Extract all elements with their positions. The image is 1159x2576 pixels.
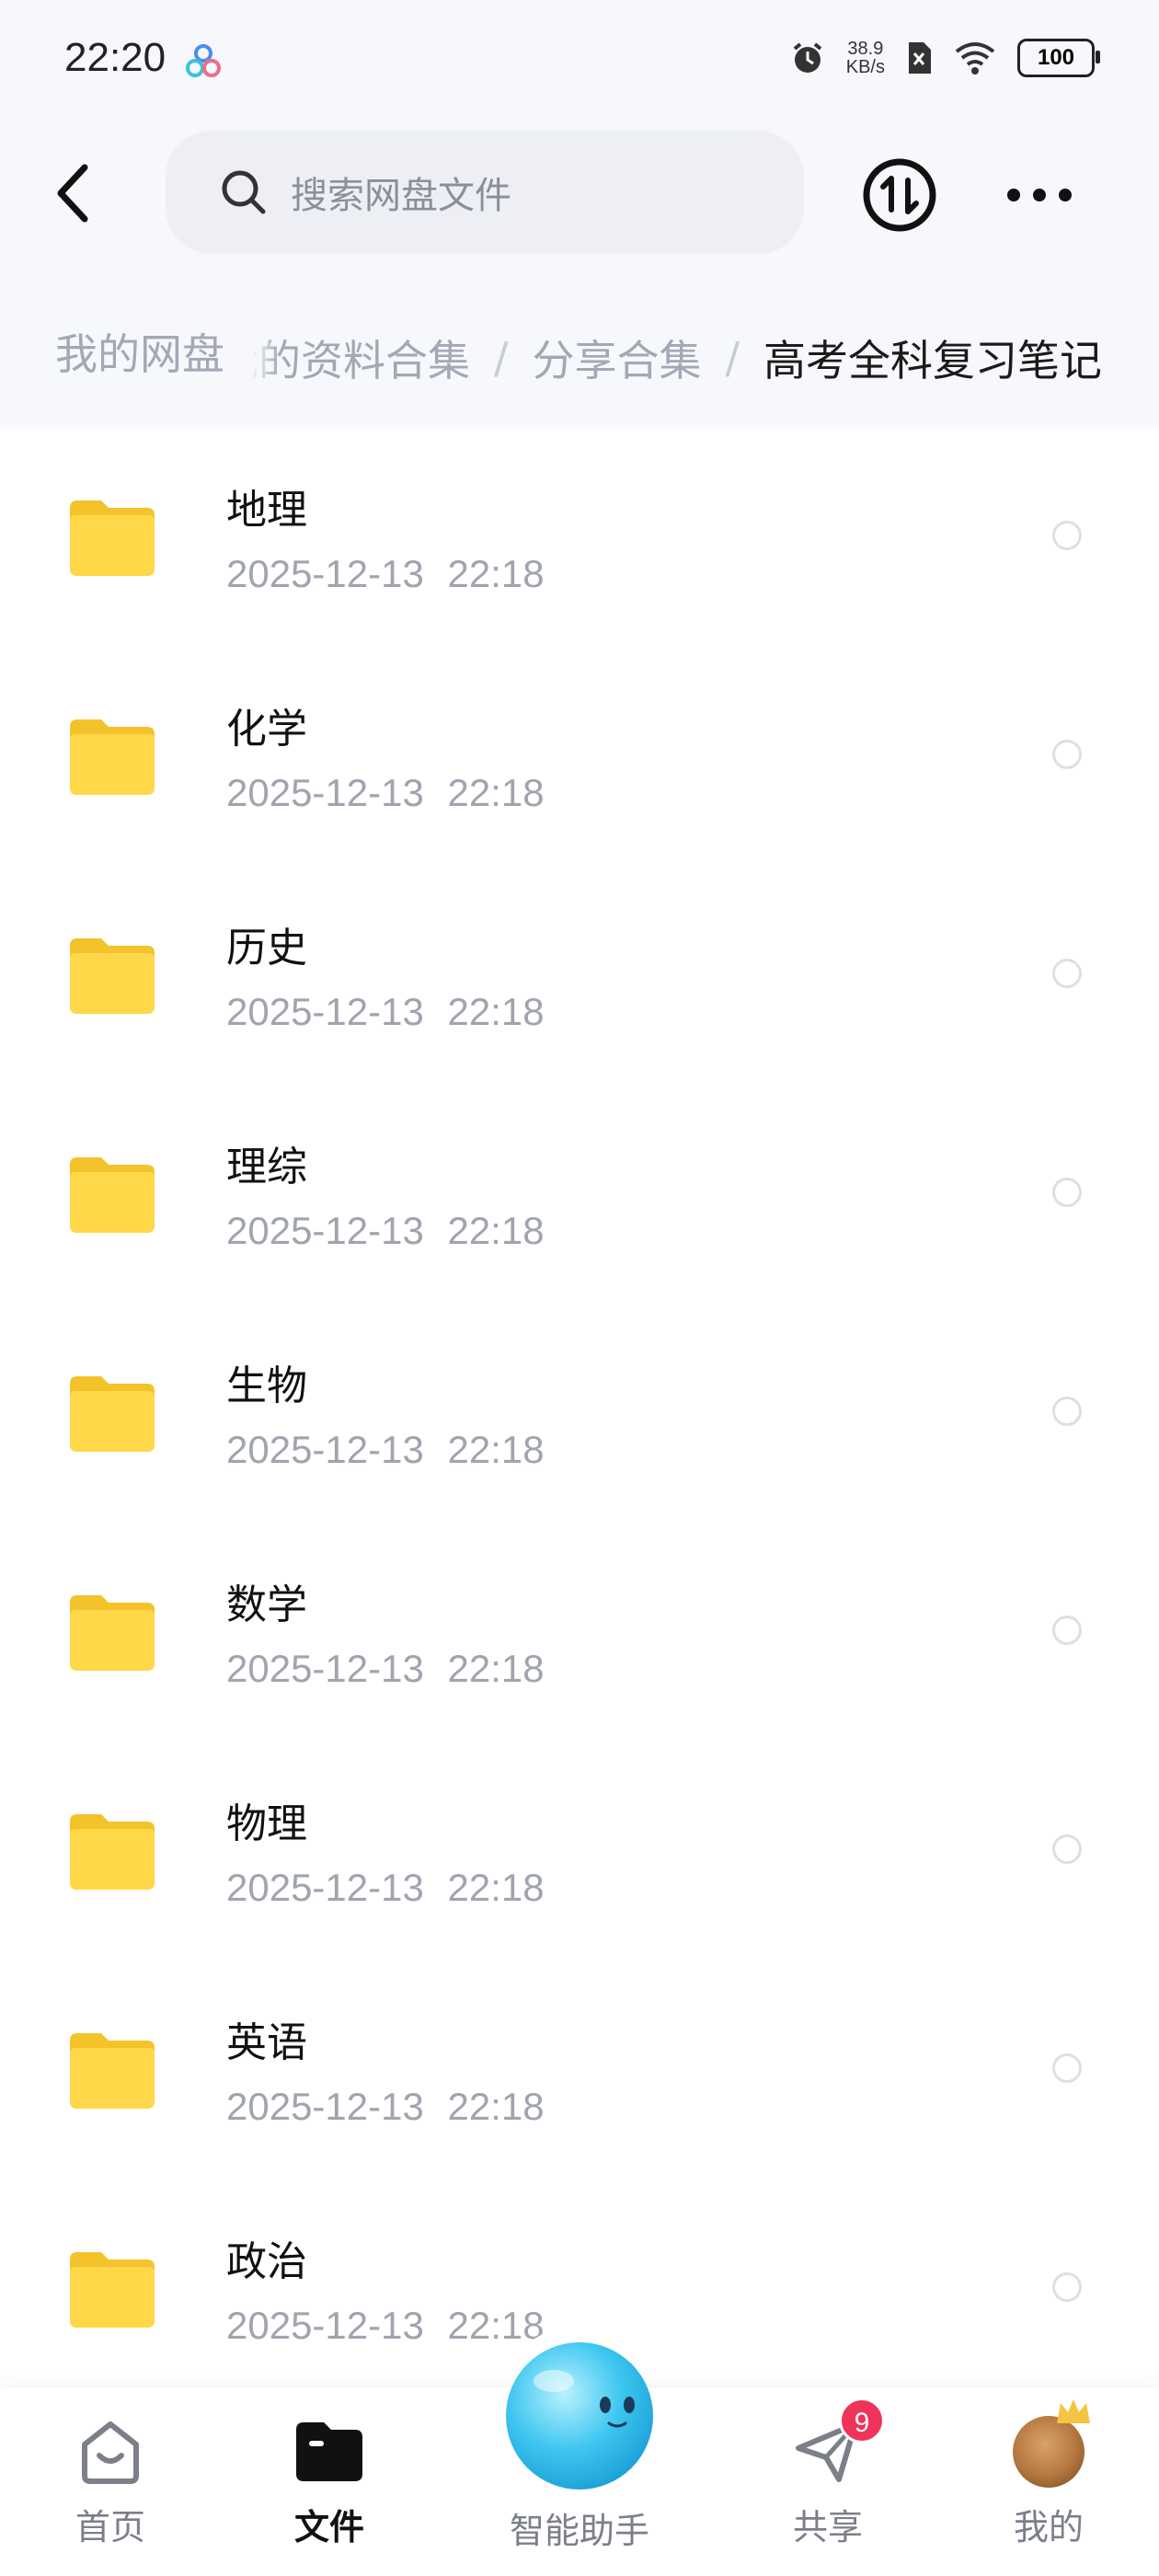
nav-home-label: 首页 <box>75 2507 145 2547</box>
folder-icon <box>70 938 155 1014</box>
nav-files[interactable]: 文件 <box>247 2410 412 2549</box>
folder-date: 2025-12-13 22:18 <box>226 2085 545 2128</box>
folder-date: 2025-12-13 22:18 <box>226 552 545 595</box>
nav-me-label: 我的 <box>1013 2507 1084 2547</box>
home-icon <box>82 2421 139 2484</box>
folder-date: 2025-12-13 22:18 <box>226 771 545 814</box>
folder-icon <box>70 2252 155 2328</box>
crown-icon <box>1057 2399 1090 2423</box>
wifi-icon <box>955 42 995 75</box>
folder-row[interactable]: 历史 2025-12-13 22:18 <box>0 868 1159 1087</box>
select-radio[interactable] <box>1052 2053 1082 2083</box>
folder-row[interactable]: 数学 2025-12-13 22:18 <box>0 1525 1159 1744</box>
nav-share-label: 共享 <box>792 2507 863 2547</box>
folder-name: 生物 <box>226 1363 307 1409</box>
folder-name: 理综 <box>226 1144 307 1190</box>
folder-icon <box>70 2033 155 2109</box>
select-radio[interactable] <box>1052 959 1082 988</box>
nav-assistant-label: 智能助手 <box>509 2511 649 2551</box>
folder-name: 历史 <box>226 925 307 972</box>
folder-date: 2025-12-13 22:18 <box>226 2304 545 2347</box>
select-radio[interactable] <box>1052 1397 1082 1426</box>
select-radio[interactable] <box>1052 1178 1082 1207</box>
folder-icon <box>70 1376 155 1452</box>
breadcrumb-track: 我的资料合集 / 分享合集 / 高考全科复习笔记 <box>216 328 1102 388</box>
battery-indicator: 100 <box>1017 39 1100 77</box>
more-options-icon[interactable] <box>1003 156 1076 234</box>
select-radio[interactable] <box>1052 2272 1082 2302</box>
folder-row[interactable]: 英语 2025-12-13 22:18 <box>0 1963 1159 2182</box>
folder-icon <box>70 1595 155 1671</box>
folder-row[interactable]: 理综 2025-12-13 22:18 <box>0 1087 1159 1306</box>
folder-date: 2025-12-13 22:18 <box>226 1866 545 1909</box>
breadcrumb-separator: / <box>725 333 740 383</box>
breadcrumb-root[interactable]: 我的网盘 <box>26 309 254 394</box>
speed-unit: KB/s <box>845 57 885 77</box>
breadcrumb: 我的资料合集 / 分享合集 / 高考全科复习笔记 我的网盘 <box>0 309 1159 401</box>
folder-name: 数学 <box>226 1581 307 1628</box>
breadcrumb-current: 高考全科复习笔记 <box>763 336 1102 385</box>
folder-row[interactable]: 化学 2025-12-13 22:18 <box>0 650 1159 868</box>
nav-home[interactable]: 首页 <box>28 2410 193 2549</box>
status-time: 22:20 <box>64 35 166 80</box>
status-bar: 22:20 38.9 KB/s 100 <box>0 0 1159 120</box>
folder-name: 物理 <box>226 1800 307 1847</box>
select-radio[interactable] <box>1052 1616 1082 1645</box>
folder-icon <box>70 1157 155 1233</box>
files-icon <box>296 2422 362 2481</box>
nav-files-label: 文件 <box>293 2507 364 2547</box>
select-radio[interactable] <box>1052 521 1082 550</box>
status-icons: 38.9 KB/s 100 <box>789 39 1100 77</box>
folder-date: 2025-12-13 22:18 <box>226 1428 545 1471</box>
select-radio[interactable] <box>1052 1834 1082 1864</box>
network-speed: 38.9 KB/s <box>846 40 885 76</box>
search-input[interactable]: 搜索网盘文件 <box>166 131 804 254</box>
folder-date: 2025-12-13 22:18 <box>226 990 545 1033</box>
share-badge: 9 <box>839 2398 885 2444</box>
search-placeholder: 搜索网盘文件 <box>291 175 511 217</box>
nav-assistant[interactable]: 智能助手 <box>497 2497 662 2553</box>
folder-name: 地理 <box>226 487 307 534</box>
folder-icon <box>70 1814 155 1890</box>
avatar <box>1013 2399 1090 2488</box>
search-icon <box>222 170 266 214</box>
folder-date: 2025-12-13 22:18 <box>226 1209 545 1252</box>
breadcrumb-item[interactable]: 我的资料合集 <box>216 328 470 388</box>
nav-share[interactable]: 9 共享 <box>745 2398 911 2549</box>
folder-row[interactable]: 物理 2025-12-13 22:18 <box>0 1744 1159 1963</box>
assistant-orb-icon[interactable] <box>502 2339 657 2493</box>
folder-name: 英语 <box>226 2019 307 2066</box>
folder-name: 化学 <box>226 706 307 753</box>
folder-icon <box>70 500 155 576</box>
folder-row[interactable]: 地理 2025-12-13 22:18 <box>0 431 1159 650</box>
back-button[interactable] <box>37 147 110 239</box>
breadcrumb-separator: / <box>494 333 509 383</box>
select-radio[interactable] <box>1052 740 1082 769</box>
folder-date: 2025-12-13 22:18 <box>226 1647 545 1690</box>
speed-value: 38.9 <box>847 39 884 59</box>
folder-row[interactable]: 生物 2025-12-13 22:18 <box>0 1306 1159 1525</box>
sim-off-icon <box>909 42 931 74</box>
file-browser-screen: 22:20 38.9 KB/s 100 搜索网盘文件 我的资料合集 / 分享合集… <box>0 0 1159 2576</box>
breadcrumb-item[interactable]: 分享合集 <box>533 328 702 388</box>
alarm-icon <box>793 42 822 73</box>
folder-name: 政治 <box>226 2238 307 2285</box>
transfer-icon[interactable] <box>861 156 938 234</box>
folder-icon <box>70 719 155 795</box>
file-list: 地理 2025-12-13 22:18 化学 2025-12-13 22:18 … <box>0 431 1159 2409</box>
nav-me[interactable]: 我的 <box>966 2399 1131 2549</box>
app-notification-icon <box>186 44 221 77</box>
